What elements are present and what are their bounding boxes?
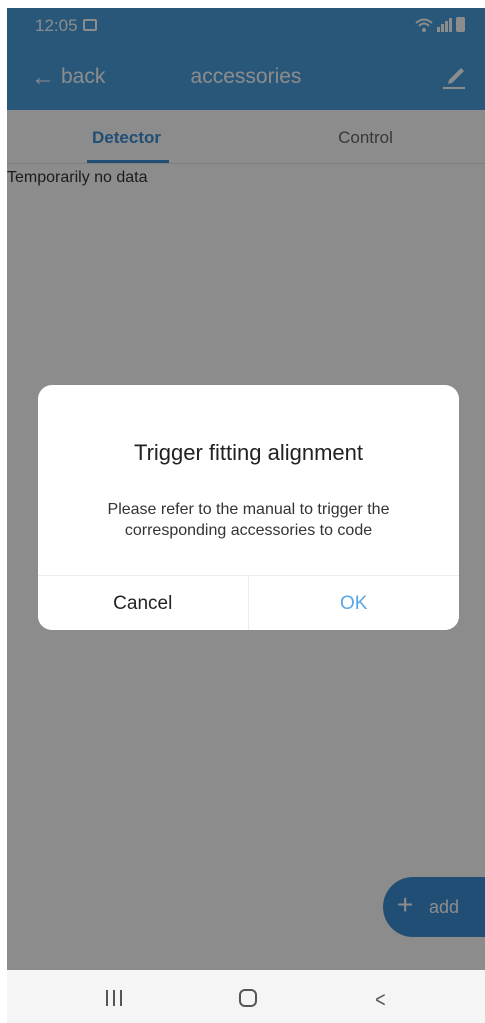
ok-button[interactable]: OK	[248, 576, 459, 630]
recent-apps-icon[interactable]	[106, 990, 122, 1006]
back-icon[interactable]: <	[375, 987, 385, 1013]
app-screen: 12:05 ← back accessories Detector Contro…	[7, 8, 485, 1023]
system-nav-bar: <	[7, 970, 485, 1023]
alignment-dialog: Trigger fitting alignment Please refer t…	[38, 385, 459, 630]
dialog-title: Trigger fitting alignment	[133, 440, 364, 465]
dialog-message: Please refer to the manual to trigger th…	[107, 501, 390, 539]
cancel-button[interactable]: Cancel	[38, 576, 249, 630]
home-icon[interactable]	[239, 989, 257, 1007]
dialog-buttons: Cancel OK	[38, 575, 459, 630]
